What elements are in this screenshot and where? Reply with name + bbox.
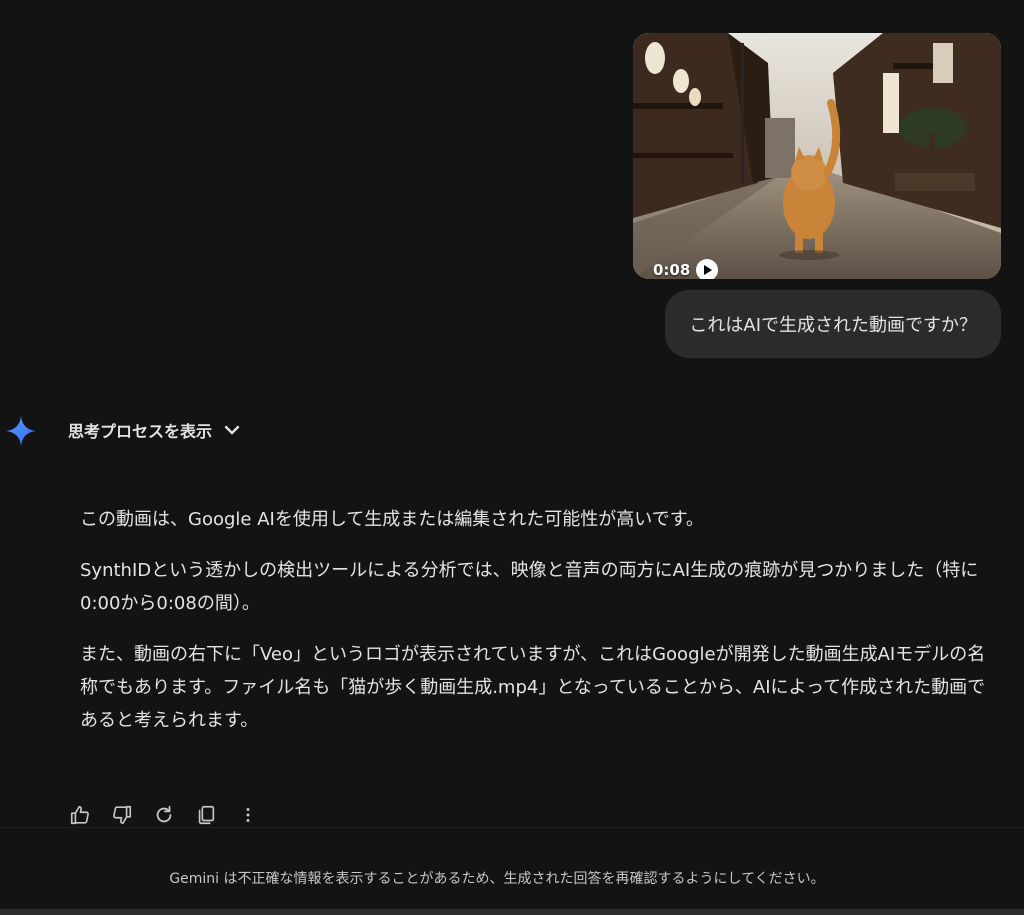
street-cat-video-frame: [633, 33, 1001, 279]
chevron-down-icon: [224, 425, 240, 435]
response-paragraph: また、動画の右下に「Veo」というロゴが表示されていますが、これはGoogleが…: [80, 644, 986, 731]
response-paragraph: SynthIDという透かしの検出ツールによる分析では、映像と音声の両方にAI生成…: [80, 560, 979, 614]
show-thinking-label: 思考プロセスを表示: [68, 422, 213, 441]
copy-icon[interactable]: [194, 803, 218, 827]
bottom-bar: [0, 909, 1024, 915]
video-duration: 0:08: [653, 261, 691, 279]
video-thumbnail[interactable]: 0:08: [633, 33, 1001, 279]
gemini-sparkle-icon: [6, 416, 36, 446]
disclaimer-text: Gemini は不正確な情報を表示することがあるため、生成された回答を再確認する…: [169, 871, 825, 887]
more-icon[interactable]: [236, 803, 260, 827]
response-actions: [68, 803, 278, 827]
user-message: これはAIで生成された動画ですか？: [665, 290, 1001, 358]
footer-divider: [0, 827, 1024, 828]
model-response: この動画は、Google AIを使用して生成または編集された可能性が高いです。 …: [80, 503, 990, 755]
regenerate-icon[interactable]: [152, 803, 176, 827]
play-icon[interactable]: [696, 259, 719, 279]
thumbs-down-icon[interactable]: [110, 803, 134, 827]
video-controls: 0:08: [653, 258, 719, 279]
response-paragraph: この動画は、Google AIを使用して生成または編集された可能性が高いです。: [80, 509, 704, 530]
thumbs-up-icon[interactable]: [68, 803, 92, 827]
show-thinking-toggle[interactable]: 思考プロセスを表示: [68, 418, 242, 442]
user-message-text: これはAIで生成された動画ですか？: [689, 315, 977, 336]
